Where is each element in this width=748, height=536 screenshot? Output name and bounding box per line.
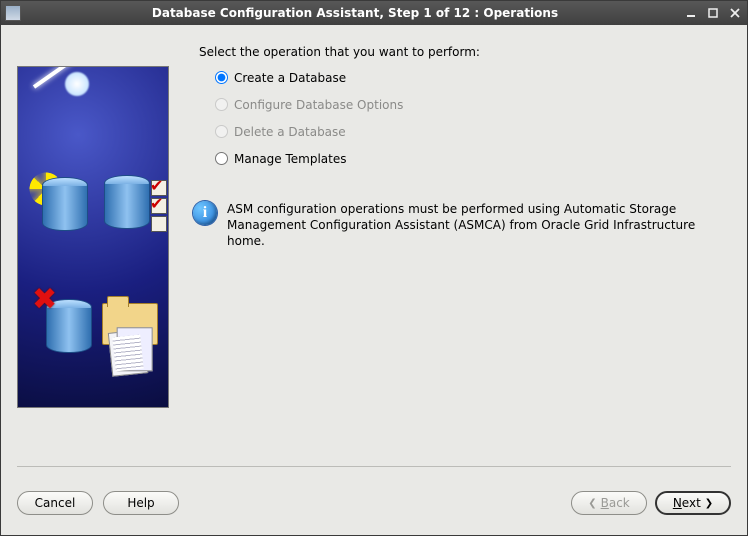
right-pane: Select the operation that you want to pe…	[199, 41, 731, 458]
titlebar[interactable]: Database Configuration Assistant, Step 1…	[1, 1, 747, 25]
wizard-footer: Cancel Help ❮ Back Next ❯	[17, 466, 731, 527]
dbca-window: Database Configuration Assistant, Step 1…	[0, 0, 748, 536]
instruction-text: Select the operation that you want to pe…	[199, 45, 731, 59]
option-label: Manage Templates	[234, 153, 347, 165]
window-controls	[683, 6, 743, 21]
chevron-left-icon: ❮	[588, 498, 596, 509]
cancel-button[interactable]: Cancel	[17, 491, 93, 515]
option-configure-database: Configure Database Options	[215, 98, 731, 111]
radio-delete-database	[215, 125, 228, 138]
option-label: Configure Database Options	[234, 99, 403, 111]
close-button[interactable]	[727, 6, 743, 21]
option-manage-templates[interactable]: Manage Templates	[215, 152, 731, 165]
radio-manage-templates[interactable]	[215, 152, 228, 165]
back-button: ❮ Back	[571, 491, 647, 515]
info-row: i ASM configuration operations must be p…	[193, 201, 731, 250]
content-area: ✖ Select the operation that you want to …	[1, 25, 747, 535]
window-title: Database Configuration Assistant, Step 1…	[27, 6, 683, 20]
main-row: ✖ Select the operation that you want to …	[17, 41, 731, 458]
minimize-button[interactable]	[683, 6, 699, 21]
info-text: ASM configuration operations must be per…	[227, 201, 731, 250]
operation-options: Create a Database Configure Database Opt…	[215, 71, 731, 165]
maximize-button[interactable]	[705, 6, 721, 21]
app-icon	[5, 5, 21, 21]
info-icon: i	[193, 201, 217, 225]
next-button[interactable]: Next ❯	[655, 491, 731, 515]
option-create-database[interactable]: Create a Database	[215, 71, 731, 84]
option-label: Create a Database	[234, 72, 346, 84]
radio-configure-database	[215, 98, 228, 111]
chevron-right-icon: ❯	[705, 498, 713, 509]
radio-create-database[interactable]	[215, 71, 228, 84]
help-button[interactable]: Help	[103, 491, 179, 515]
wizard-illustration: ✖	[17, 66, 169, 408]
option-label: Delete a Database	[234, 126, 346, 138]
option-delete-database: Delete a Database	[215, 125, 731, 138]
